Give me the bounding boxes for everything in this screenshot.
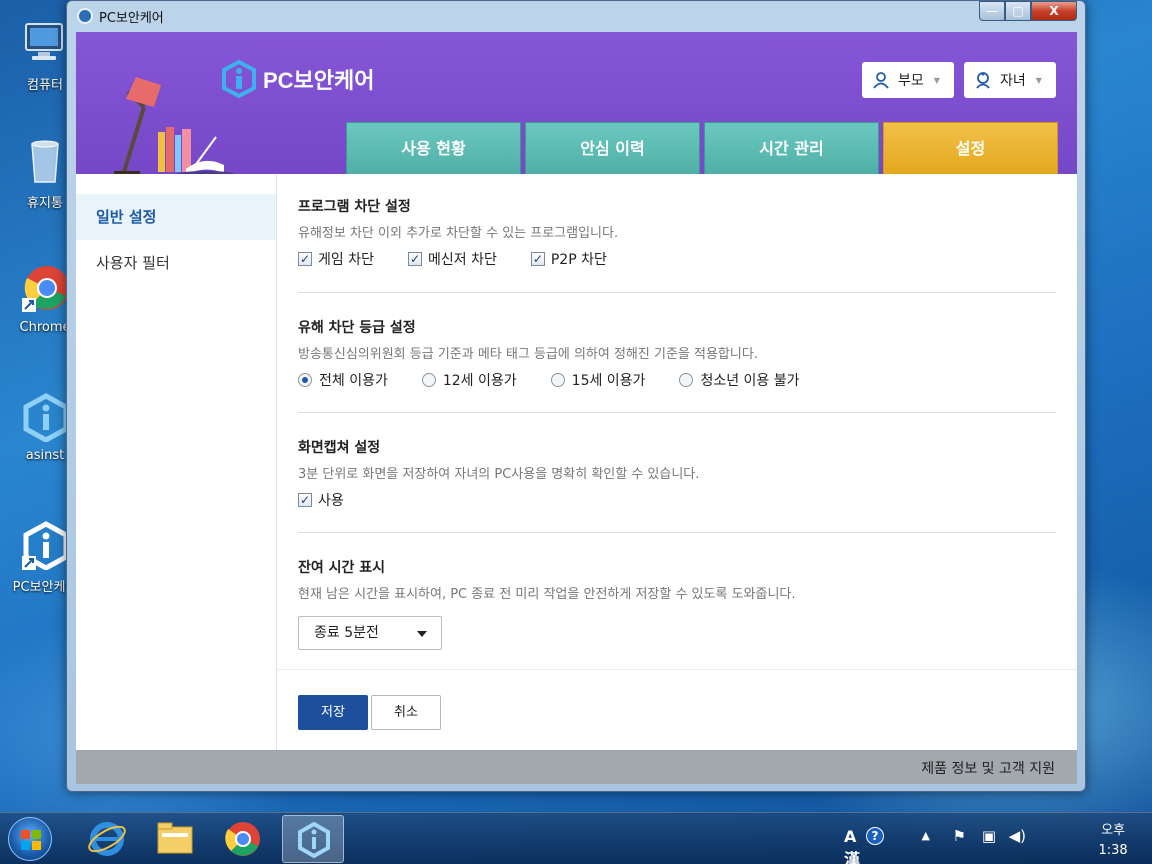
taskbar: A漢 ? ▲ ⚑ ▣ ◀) 오후 1:38 2021-04-30 bbox=[0, 812, 1152, 864]
settings-sidebar: 일반 설정 사용자 필터 bbox=[76, 174, 277, 750]
show-hidden-icons-icon[interactable]: ▲ bbox=[922, 829, 930, 842]
section-divider bbox=[298, 292, 1056, 293]
checkbox-checked-icon: ✓ bbox=[530, 252, 545, 266]
minimize-button[interactable]: — bbox=[979, 1, 1005, 21]
action-bar: 저장 취소 bbox=[277, 669, 1077, 750]
computer-icon bbox=[20, 18, 70, 68]
network-icon[interactable]: ▣ bbox=[982, 827, 996, 845]
close-button[interactable]: X bbox=[1031, 1, 1077, 21]
window-title: PC보안케어 bbox=[99, 11, 164, 26]
rating-15-radio[interactable]: 15세 이용가 bbox=[550, 370, 646, 390]
ime-indicator[interactable]: A漢 bbox=[844, 827, 860, 864]
radio-selected-icon bbox=[298, 373, 312, 387]
chevron-down-icon: ▼ bbox=[1035, 75, 1042, 85]
help-icon[interactable]: ? bbox=[866, 827, 884, 845]
taskbar-chrome[interactable] bbox=[212, 815, 274, 863]
radio-icon bbox=[421, 373, 436, 387]
section-divider bbox=[298, 412, 1056, 413]
rating-12-radio[interactable]: 12세 이용가 bbox=[421, 370, 517, 390]
child-user-icon bbox=[974, 71, 992, 89]
explorer-icon bbox=[157, 822, 193, 854]
section-divider bbox=[298, 532, 1056, 533]
start-orb-icon[interactable] bbox=[8, 817, 52, 861]
checkbox-checked-icon: ✓ bbox=[407, 252, 422, 266]
section-title: 잔여 시간 표시 bbox=[298, 560, 386, 576]
game-block-checkbox[interactable]: ✓ 게임 차단 bbox=[298, 249, 374, 269]
checkbox-checked-icon: ✓ bbox=[298, 252, 312, 266]
app-window: PC보안케어 — □ X PC보안케어 부모 ▼ 자녀 ▼ 사용 현황 안심 이… bbox=[66, 0, 1086, 792]
chrome-icon bbox=[20, 264, 70, 314]
checkbox-label: 사용 bbox=[318, 493, 344, 509]
app-header: PC보안케어 부모 ▼ 자녀 ▼ 사용 현황 안심 이력 시간 관리 설정 bbox=[76, 32, 1077, 177]
program-block-section: 프로그램 차단 설정 유해정보 차단 이외 추가로 차단할 수 있는 프로그램입… bbox=[298, 196, 1056, 269]
maximize-button[interactable]: □ bbox=[1005, 1, 1031, 21]
taskbar-explorer[interactable] bbox=[144, 815, 206, 863]
parent-user-dropdown[interactable]: 부모 ▼ bbox=[862, 62, 954, 98]
section-title: 화면캡쳐 설정 bbox=[298, 440, 381, 456]
taskbar-ie[interactable] bbox=[76, 815, 138, 863]
child-user-dropdown[interactable]: 자녀 ▼ bbox=[964, 62, 1056, 98]
recycle-bin-icon bbox=[20, 136, 70, 186]
taskbar-pc-security-care[interactable] bbox=[282, 815, 344, 863]
sidebar-item-user-filter[interactable]: 사용자 필터 bbox=[76, 240, 276, 286]
screen-capture-section: 화면캡쳐 설정 3분 단위로 화면을 저장하여 자녀의 PC사용을 명확히 확인… bbox=[298, 437, 1056, 510]
tab-settings[interactable]: 설정 bbox=[883, 122, 1058, 174]
child-user-label: 자녀 bbox=[1000, 73, 1026, 89]
harm-level-section: 유해 차단 등급 설정 방송통신심의위원회 등급 기준과 메타 태그 등급에 의… bbox=[298, 317, 1056, 390]
app-client-area: PC보안케어 부모 ▼ 자녀 ▼ 사용 현황 안심 이력 시간 관리 설정 일반… bbox=[76, 32, 1077, 784]
tab-safety-history[interactable]: 안심 이력 bbox=[525, 122, 700, 174]
checkbox-label: P2P 차단 bbox=[550, 252, 607, 268]
cancel-button[interactable]: 취소 bbox=[371, 695, 441, 730]
rating-adult-radio[interactable]: 청소년 이용 불가 bbox=[679, 370, 800, 390]
select-value: 종료 5분전 bbox=[314, 625, 379, 641]
parent-user-icon bbox=[872, 71, 890, 89]
lamp-books-illustration bbox=[106, 77, 236, 177]
radio-icon bbox=[550, 373, 565, 387]
checkbox-label: 게임 차단 bbox=[318, 252, 374, 268]
remaining-time-select[interactable]: 종료 5분전 bbox=[298, 616, 442, 650]
tab-time-management[interactable]: 시간 관리 bbox=[704, 122, 879, 174]
save-button[interactable]: 저장 bbox=[298, 695, 368, 730]
chevron-down-icon: ▼ bbox=[933, 75, 940, 85]
status-bar: 제품 정보 및 고객 지원 bbox=[76, 750, 1077, 784]
ie-icon bbox=[88, 822, 126, 856]
tab-usage-status[interactable]: 사용 현황 bbox=[346, 122, 521, 174]
section-description: 3분 단위로 화면을 저장하여 자녀의 PC사용을 명확히 확인할 수 있습니다… bbox=[298, 467, 700, 482]
volume-icon[interactable]: ◀) bbox=[1009, 827, 1026, 845]
checkbox-checked-icon: ✓ bbox=[298, 493, 312, 507]
pc-security-care-icon bbox=[298, 821, 330, 859]
radio-label: 15세 이용가 bbox=[571, 373, 646, 389]
title-bar[interactable]: PC보안케어 — □ X bbox=[67, 1, 1085, 31]
pc-security-care-icon bbox=[20, 520, 70, 571]
radio-icon bbox=[679, 373, 694, 387]
radio-label: 12세 이용가 bbox=[442, 373, 517, 389]
remaining-time-section: 잔여 시간 표시 현재 남은 시간을 표시하여, PC 종료 전 미리 작업을 … bbox=[298, 557, 1056, 650]
dropdown-arrow-icon bbox=[417, 631, 427, 637]
logo-hex-icon bbox=[221, 59, 257, 99]
clock-time: 오후 1:38 bbox=[1098, 823, 1128, 858]
section-description: 현재 남은 시간을 표시하여, PC 종료 전 미리 작업을 안전하게 저장할 … bbox=[298, 587, 796, 602]
section-description: 유해정보 차단 이외 추가로 차단할 수 있는 프로그램입니다. bbox=[298, 226, 619, 241]
app-logo: PC보안케어 bbox=[221, 59, 375, 99]
chrome-icon bbox=[225, 822, 260, 856]
action-center-flag-icon[interactable]: ⚑ bbox=[953, 827, 966, 845]
rating-all-radio[interactable]: 전체 이용가 bbox=[298, 370, 388, 390]
logo-text: PC보안케어 bbox=[263, 68, 375, 93]
p2p-block-checkbox[interactable]: ✓ P2P 차단 bbox=[530, 249, 607, 269]
app-icon bbox=[77, 8, 93, 24]
section-description: 방송통신심의위원회 등급 기준과 메타 태그 등급에 의하여 정해진 기준을 적… bbox=[298, 347, 758, 362]
sidebar-item-general-settings[interactable]: 일반 설정 bbox=[76, 194, 276, 240]
section-title: 프로그램 차단 설정 bbox=[298, 199, 411, 215]
section-title: 유해 차단 등급 설정 bbox=[298, 320, 416, 336]
screen-capture-use-checkbox[interactable]: ✓ 사용 bbox=[298, 490, 344, 510]
radio-label: 전체 이용가 bbox=[319, 373, 388, 389]
product-info-support-link[interactable]: 제품 정보 및 고객 지원 bbox=[921, 758, 1055, 778]
asinst-icon bbox=[20, 392, 70, 443]
messenger-block-checkbox[interactable]: ✓ 메신저 차단 bbox=[407, 249, 497, 269]
system-clock[interactable]: 오후 1:38 2021-04-30 bbox=[1094, 821, 1132, 864]
radio-label: 청소년 이용 불가 bbox=[700, 373, 800, 389]
checkbox-label: 메신저 차단 bbox=[427, 252, 497, 268]
parent-user-label: 부모 bbox=[898, 73, 924, 89]
